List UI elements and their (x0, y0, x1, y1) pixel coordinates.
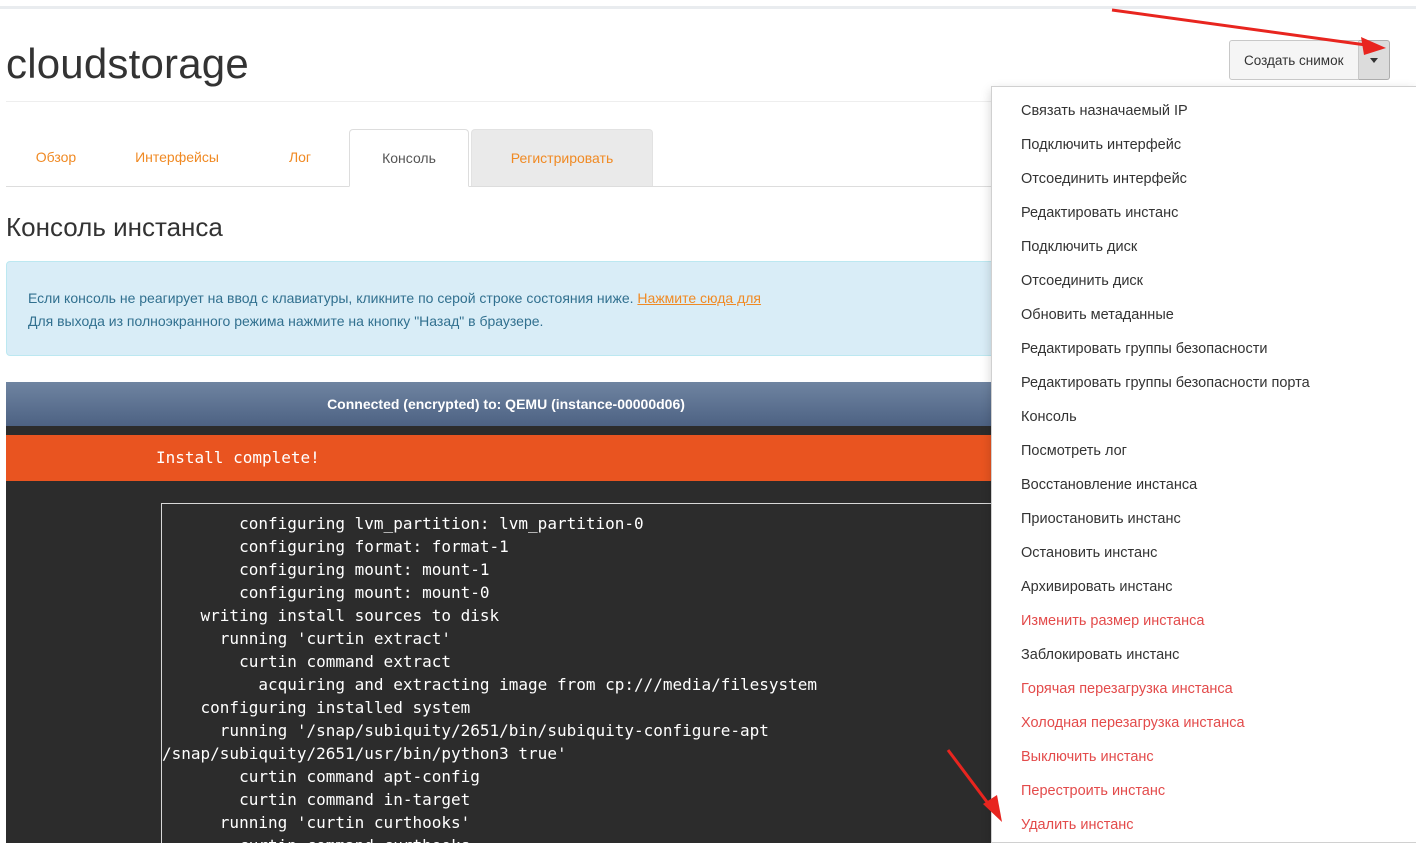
log-line: curtin command in-target (162, 790, 471, 809)
caret-down-icon (1369, 57, 1378, 63)
title-divider (6, 101, 1006, 102)
menu-item-shut-off[interactable]: Выключить инстанс (1021, 747, 1154, 767)
section-title: Консоль инстанса (6, 212, 223, 242)
log-line: /snap/subiquity/2651/usr/bin/python3 tru… (162, 744, 567, 763)
menu-item-shelve-instance[interactable]: Архивировать инстанс (1021, 577, 1173, 597)
menu-item-detach-interface[interactable]: Отсоединить интерфейс (1021, 169, 1187, 189)
menu-item-edit-security-groups[interactable]: Редактировать группы безопасности (1021, 339, 1267, 359)
alert-line-1: Если консоль не реагирует на ввод с клав… (28, 287, 1005, 310)
alert-line-2: Для выхода из полноэкранного режима нажм… (28, 313, 544, 329)
alert-line-1-text: Если консоль не реагирует на ввод с клав… (28, 290, 634, 306)
actions-split-button: Создать снимок (1229, 40, 1390, 80)
log-line: curtin command extract (162, 652, 451, 671)
menu-item-view-log[interactable]: Посмотреть лог (1021, 441, 1127, 461)
log-line: configuring format: format-1 (162, 537, 509, 556)
log-line: running '/snap/subiquity/2651/bin/subiqu… (162, 721, 769, 740)
tab-log[interactable]: Лог (260, 129, 340, 185)
menu-item-edit-port-security-groups[interactable]: Редактировать группы безопасности порта (1021, 373, 1310, 393)
menu-item-hard-reboot[interactable]: Холодная перезагрузка инстанса (1021, 713, 1245, 733)
menu-item-delete-instance[interactable]: Удалить инстанс (1021, 815, 1134, 835)
log-line: configuring mount: mount-0 (162, 583, 490, 602)
menu-item-rescue-instance[interactable]: Восстановление инстанса (1021, 475, 1197, 495)
console-status-bar[interactable]: Connected (encrypted) to: QEMU (instance… (6, 382, 1006, 426)
install-log-box: configuring lvm_partition: lvm_partition… (161, 503, 1006, 843)
log-line: running 'curtin curthooks' (162, 813, 471, 832)
menu-item-detach-volume[interactable]: Отсоединить диск (1021, 271, 1143, 291)
tab-interfaces[interactable]: Интерфейсы (112, 129, 242, 185)
menu-item-pause-instance[interactable]: Приостановить инстанс (1021, 509, 1181, 529)
menu-item-attach-interface[interactable]: Подключить интерфейс (1021, 135, 1181, 155)
menu-item-update-metadata[interactable]: Обновить метаданные (1021, 305, 1174, 325)
log-line: writing install sources to disk (162, 606, 500, 625)
info-alert: Если консоль не реагирует на ввод с клав… (6, 261, 1006, 356)
menu-item-attach-volume[interactable]: Подключить диск (1021, 237, 1137, 257)
menu-item-lock-instance[interactable]: Заблокировать инстанс (1021, 645, 1179, 665)
log-line: running 'curtin extract' (162, 629, 451, 648)
log-line: curtin command apt-config (162, 767, 480, 786)
instance-tabs: Обзор Интерфейсы Лог Консоль Регистриров… (6, 129, 996, 187)
tab-overview[interactable]: Обзор (6, 129, 106, 185)
menu-item-edit-instance[interactable]: Редактировать инстанс (1021, 203, 1178, 223)
log-line: acquiring and extracting image from cp:/… (162, 675, 818, 694)
actions-dropdown-toggle[interactable] (1358, 40, 1390, 80)
menu-item-soft-reboot[interactable]: Горячая перезагрузка инстанса (1021, 679, 1233, 699)
fullscreen-link[interactable]: Нажмите сюда для (637, 290, 761, 306)
top-rule (0, 6, 1416, 9)
log-line: curtin command curthooks (162, 835, 470, 843)
create-snapshot-button[interactable]: Создать снимок (1229, 40, 1359, 80)
log-line: configuring installed system (162, 698, 471, 717)
menu-item-rebuild-instance[interactable]: Перестроить инстанс (1021, 781, 1165, 801)
install-complete-banner: Install complete! (6, 435, 1006, 481)
terminal-screen[interactable]: Install complete! configuring lvm_partit… (6, 426, 1006, 843)
menu-item-console[interactable]: Консоль (1021, 407, 1077, 427)
menu-item-associate-floating-ip[interactable]: Связать назначаемый IP (1021, 101, 1188, 121)
page-title: cloudstorage (6, 40, 249, 87)
tab-console[interactable]: Консоль (349, 129, 469, 187)
vnc-console[interactable]: Connected (encrypted) to: QEMU (instance… (6, 382, 1006, 843)
actions-dropdown-menu: Связать назначаемый IP Подключить интерф… (991, 86, 1416, 843)
menu-item-suspend-instance[interactable]: Остановить инстанс (1021, 543, 1157, 563)
menu-item-resize-instance[interactable]: Изменить размер инстанса (1021, 611, 1204, 631)
log-line: configuring lvm_partition: lvm_partition… (162, 514, 644, 533)
tab-register[interactable]: Регистрировать (471, 129, 653, 186)
log-line: configuring mount: mount-1 (162, 560, 490, 579)
